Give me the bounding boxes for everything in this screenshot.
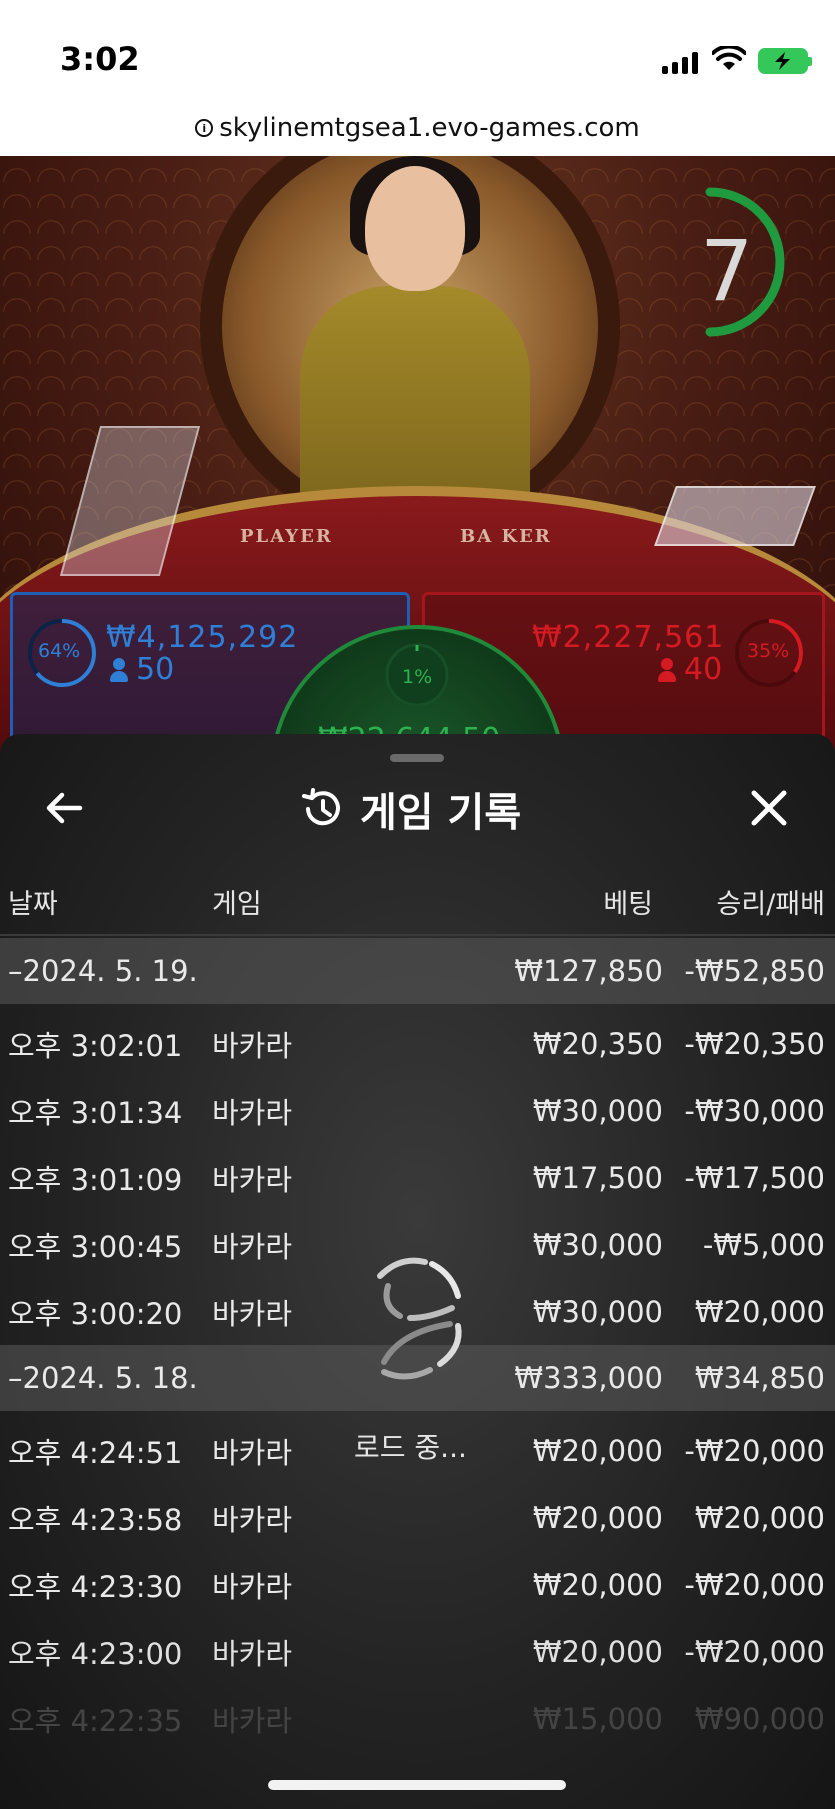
- history-row[interactable]: 오후 3:02:01 바카라 ₩20,350 -₩20,350: [0, 1010, 835, 1077]
- loading-spinner-icon: [377, 1257, 462, 1380]
- row-result: -₩20,000: [684, 1567, 825, 1602]
- row-game: 바카라: [212, 1028, 293, 1063]
- row-result: ₩20,000: [694, 1500, 825, 1535]
- day-total-bet: ₩127,850: [514, 954, 663, 988]
- column-header-bet[interactable]: 베팅: [603, 882, 653, 921]
- day-date: –2024. 5. 18.: [8, 1361, 198, 1395]
- battery-charging-icon: [758, 48, 812, 74]
- row-time: 오후 3:00:45: [8, 1229, 183, 1264]
- status-time: 3:02: [60, 40, 140, 78]
- row-time: 오후 3:01:09: [8, 1162, 183, 1197]
- history-row[interactable]: 오후 3:01:09 바카라 ₩17,500 -₩17,500: [0, 1144, 835, 1211]
- banker-table-label: BA KER: [460, 526, 552, 547]
- column-header-result[interactable]: 승리/패배: [717, 882, 825, 921]
- player-count-value: 50: [136, 652, 175, 687]
- row-bet: ₩30,000: [532, 1093, 663, 1128]
- history-row[interactable]: 오후 4:23:30 바카라 ₩20,000 -₩20,000: [0, 1551, 835, 1618]
- row-time: 오후 4:23:00: [8, 1636, 183, 1671]
- row-time: 오후 4:23:30: [8, 1569, 183, 1604]
- row-time: 오후 3:00:20: [8, 1296, 183, 1331]
- row-bet: ₩20,000: [532, 1634, 663, 1669]
- banker-count-value: 40: [684, 652, 723, 687]
- row-game: 바카라: [212, 1703, 293, 1738]
- tie-percent: 1%: [402, 666, 433, 688]
- row-game: 바카라: [212, 1435, 293, 1470]
- row-time: 오후 4:24:51: [8, 1435, 183, 1470]
- game-history-sheet: 게임 기록 날짜 게임 베팅 승리/패배 –2024. 5. 19. ₩127,…: [0, 734, 835, 1809]
- url-text: skylinemtgsea1.evo-games.com: [219, 113, 640, 143]
- person-icon: [110, 657, 128, 682]
- row-bet: ₩20,350: [532, 1026, 663, 1061]
- wifi-icon: [712, 46, 746, 70]
- row-result: -₩20,000: [684, 1634, 825, 1669]
- row-game: 바카라: [212, 1502, 293, 1537]
- sheet-header: 게임 기록: [300, 780, 521, 838]
- row-game: 바카라: [212, 1569, 293, 1604]
- row-bet: ₩30,000: [532, 1294, 663, 1329]
- row-game: 바카라: [212, 1162, 293, 1197]
- close-icon[interactable]: [745, 784, 793, 832]
- row-game: 바카라: [212, 1296, 293, 1331]
- person-icon: [658, 657, 676, 682]
- back-arrow-icon[interactable]: [40, 784, 88, 832]
- sheet-grabber[interactable]: [390, 754, 444, 762]
- row-bet: ₩20,000: [532, 1433, 663, 1468]
- row-result: -₩17,500: [684, 1160, 825, 1195]
- history-icon: [302, 788, 340, 826]
- row-bet: ₩15,000: [532, 1701, 663, 1736]
- header-divider: [0, 934, 835, 936]
- cellular-signal-icon: [662, 52, 698, 74]
- history-row[interactable]: 오후 4:23:00 바카라 ₩20,000 -₩20,000: [0, 1618, 835, 1685]
- row-result: ₩20,000: [694, 1294, 825, 1329]
- history-row[interactable]: 오후 4:23:58 바카라 ₩20,000 ₩20,000: [0, 1484, 835, 1551]
- player-percent: 64%: [38, 640, 81, 662]
- day-summary-row[interactable]: –2024. 5. 19. ₩127,850 -₩52,850: [0, 938, 835, 1004]
- countdown-number: 7: [700, 222, 754, 320]
- history-row[interactable]: 오후 3:01:34 바카라 ₩30,000 -₩30,000: [0, 1077, 835, 1144]
- day-total-bet: ₩333,000: [514, 1361, 663, 1395]
- row-result: ₩90,000: [694, 1701, 825, 1736]
- row-time: 오후 4:23:58: [8, 1502, 183, 1537]
- row-time: 오후 3:02:01: [8, 1028, 183, 1063]
- address-bar[interactable]: i skylinemtgsea1.evo-games.com: [0, 100, 835, 156]
- row-game: 바카라: [212, 1229, 293, 1264]
- info-icon[interactable]: i: [195, 119, 214, 137]
- row-bet: ₩30,000: [532, 1227, 663, 1262]
- row-time: 오후 3:01:34: [8, 1095, 183, 1130]
- column-header-date[interactable]: 날짜: [8, 882, 58, 921]
- row-result: -₩20,000: [684, 1433, 825, 1468]
- player-table-label: PLAYER: [240, 526, 333, 547]
- row-game: 바카라: [212, 1636, 293, 1671]
- row-result: -₩20,350: [684, 1026, 825, 1061]
- status-bar: 3:02: [0, 0, 835, 100]
- day-total-result: ₩34,850: [694, 1361, 825, 1395]
- row-bet: ₩17,500: [532, 1160, 663, 1195]
- day-total-result: -₩52,850: [684, 954, 825, 988]
- row-result: -₩5,000: [702, 1227, 825, 1262]
- page-title: 게임 기록: [360, 790, 522, 836]
- player-bet-amount: ₩4,125,292: [106, 620, 299, 655]
- home-indicator[interactable]: [268, 1780, 566, 1790]
- banker-percent: 35%: [747, 640, 790, 662]
- player-bettor-count: 50: [110, 652, 174, 687]
- row-bet: ₩20,000: [532, 1567, 663, 1602]
- column-header-game[interactable]: 게임: [212, 882, 262, 921]
- row-bet: ₩20,000: [532, 1500, 663, 1535]
- row-time: 오후 4:22:35: [8, 1703, 183, 1738]
- row-result: -₩30,000: [684, 1093, 825, 1128]
- banker-bet-amount: ₩2,227,561: [532, 620, 725, 655]
- day-date: –2024. 5. 19.: [8, 954, 198, 988]
- banker-bettor-count: 40: [658, 652, 722, 687]
- card-shoe: [654, 486, 816, 546]
- row-game: 바카라: [212, 1095, 293, 1130]
- loading-text: 로드 중...: [354, 1431, 467, 1464]
- history-row[interactable]: 오후 4:22:35 바카라 ₩15,000 ₩90,000: [0, 1685, 835, 1752]
